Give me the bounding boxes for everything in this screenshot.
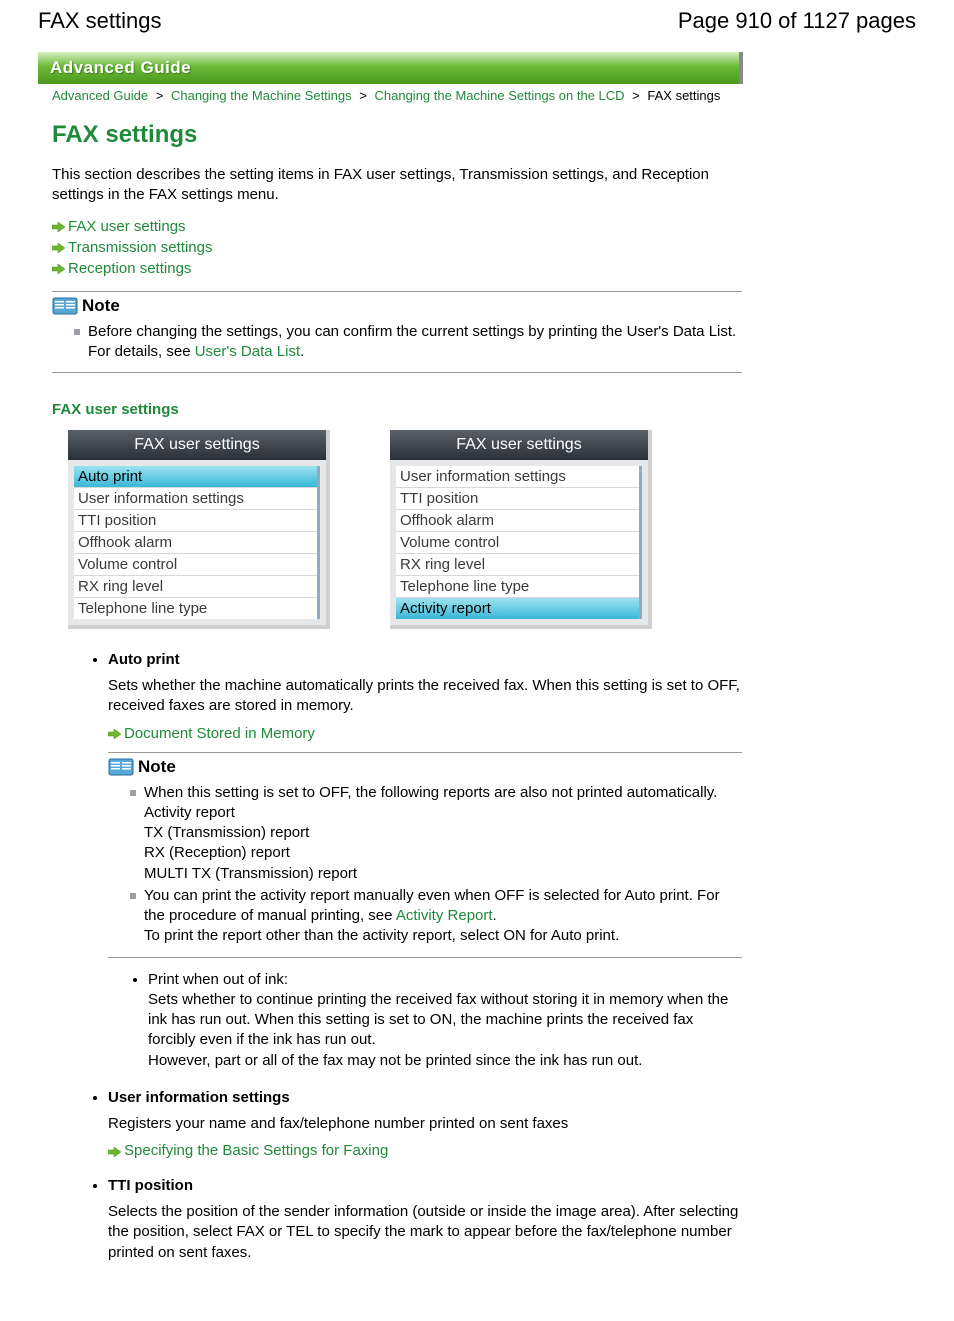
subitem-desc: Sets whether to continue printing the re… bbox=[148, 990, 742, 1051]
breadcrumb-current: FAX settings bbox=[647, 88, 720, 103]
section-title-fax-user-settings: FAX user settings bbox=[52, 401, 742, 418]
lcd-item: Offhook alarm bbox=[396, 510, 639, 532]
note-item: Before changing the settings, you can co… bbox=[74, 322, 742, 363]
banner-text: Advanced Guide bbox=[50, 58, 191, 78]
breadcrumb-sep: > bbox=[632, 88, 640, 103]
note-box-top: Note Before changing the settings, you c… bbox=[52, 291, 742, 374]
subitem-print-when-out-of-ink: Print when out of ink: Sets whether to c… bbox=[148, 970, 742, 1071]
breadcrumb-sep: > bbox=[359, 88, 367, 103]
note-title: Note bbox=[138, 757, 176, 777]
lcd-title: FAX user settings bbox=[390, 430, 648, 460]
item-title: TTI position bbox=[108, 1177, 742, 1194]
note-box-auto-print: Note When this setting is set to OFF, th… bbox=[108, 752, 742, 958]
item-tti-position: TTI position Selects the position of the… bbox=[108, 1177, 742, 1263]
note-title: Note bbox=[82, 296, 120, 316]
item-auto-print: Auto print Sets whether the machine auto… bbox=[108, 651, 742, 1071]
breadcrumb: Advanced Guide > Changing the Machine Se… bbox=[52, 88, 916, 103]
note-item: When this setting is set to OFF, the fol… bbox=[130, 783, 742, 884]
subitem-title: Print when out of ink: bbox=[148, 971, 288, 988]
arrow-right-icon bbox=[52, 241, 66, 253]
report-line: TX (Transmission) report bbox=[144, 823, 742, 843]
lcd-item: RX ring level bbox=[396, 554, 639, 576]
note-icon bbox=[52, 297, 78, 315]
link-users-data-list[interactable]: User's Data List bbox=[195, 343, 300, 360]
lcd-item: Volume control bbox=[396, 532, 639, 554]
lcd-item: Volume control bbox=[74, 554, 317, 576]
item-title: Auto print bbox=[108, 651, 742, 668]
lcd-item: TTI position bbox=[396, 488, 639, 510]
lcd-item: Auto print bbox=[74, 466, 317, 488]
lcd-item: Offhook alarm bbox=[74, 532, 317, 554]
report-line: RX (Reception) report bbox=[144, 843, 742, 863]
note-text-extra: To print the report other than the activ… bbox=[144, 926, 742, 946]
note-text: Before changing the settings, you can co… bbox=[88, 323, 736, 360]
breadcrumb-link-1[interactable]: Changing the Machine Settings bbox=[171, 88, 352, 103]
lcd-item: TTI position bbox=[74, 510, 317, 532]
note-item: You can print the activity report manual… bbox=[130, 886, 742, 947]
note-text-after: . bbox=[493, 907, 497, 924]
lcd-item: Telephone line type bbox=[74, 598, 317, 619]
link-fax-user-settings[interactable]: FAX user settings bbox=[68, 218, 186, 235]
lcd-item: Activity report bbox=[396, 598, 639, 619]
lcd-item: Telephone line type bbox=[396, 576, 639, 598]
page-header-title: FAX settings bbox=[38, 8, 162, 34]
link-activity-report[interactable]: Activity Report bbox=[396, 907, 493, 924]
intro-text: This section describes the setting items… bbox=[52, 165, 742, 206]
report-line: Activity report bbox=[144, 803, 742, 823]
lcd-panel-left: FAX user settings Auto printUser informa… bbox=[68, 430, 330, 629]
page-counter: Page 910 of 1127 pages bbox=[678, 8, 916, 34]
item-desc: Selects the position of the sender infor… bbox=[108, 1202, 742, 1263]
page-title: FAX settings bbox=[52, 121, 742, 149]
lcd-item: User information settings bbox=[74, 488, 317, 510]
breadcrumb-link-0[interactable]: Advanced Guide bbox=[52, 88, 148, 103]
lcd-title: FAX user settings bbox=[68, 430, 326, 460]
note-text: When this setting is set to OFF, the fol… bbox=[144, 784, 717, 801]
item-desc: Registers your name and fax/telephone nu… bbox=[108, 1114, 742, 1134]
link-specifying-basic-settings-faxing[interactable]: Specifying the Basic Settings for Faxing bbox=[124, 1142, 388, 1159]
lcd-item: User information settings bbox=[396, 466, 639, 488]
breadcrumb-sep: > bbox=[156, 88, 164, 103]
note-icon bbox=[108, 758, 134, 776]
link-document-stored-in-memory[interactable]: Document Stored in Memory bbox=[124, 725, 315, 742]
item-desc: Sets whether the machine automatically p… bbox=[108, 676, 742, 717]
note-text-after: . bbox=[300, 343, 304, 360]
lcd-panel-right: FAX user settings User information setti… bbox=[390, 430, 652, 629]
breadcrumb-link-2[interactable]: Changing the Machine Settings on the LCD bbox=[375, 88, 625, 103]
report-line: MULTI TX (Transmission) report bbox=[144, 864, 742, 884]
banner-advanced-guide: Advanced Guide bbox=[38, 52, 743, 84]
arrow-right-icon bbox=[52, 220, 66, 232]
item-user-information-settings: User information settings Registers your… bbox=[108, 1089, 742, 1159]
item-title: User information settings bbox=[108, 1089, 742, 1106]
link-transmission-settings[interactable]: Transmission settings bbox=[68, 239, 213, 256]
arrow-right-icon bbox=[52, 262, 66, 274]
lcd-item: RX ring level bbox=[74, 576, 317, 598]
subitem-extra: However, part or all of the fax may not … bbox=[148, 1051, 742, 1071]
arrow-right-icon bbox=[108, 727, 122, 739]
arrow-right-icon bbox=[108, 1145, 122, 1157]
link-reception-settings[interactable]: Reception settings bbox=[68, 260, 191, 277]
